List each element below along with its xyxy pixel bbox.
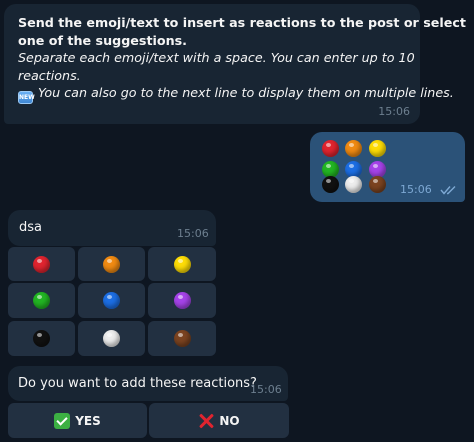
dsa-message: dsa 15:06 (8, 210, 216, 246)
brown-circle-icon (173, 330, 191, 347)
instructions-text-line1: Separate each emoji/text with a space. Y… (18, 50, 415, 65)
cross-mark-icon (198, 413, 214, 429)
instructions-text-line3: NEW You can also go to the next line to d… (18, 84, 454, 104)
instructions-multiline-text: You can also go to the next line to disp… (38, 85, 454, 100)
instructions-title-line2: one of the suggestions. (18, 32, 187, 48)
purple-circle-icon (173, 292, 191, 309)
green-circle-icon (33, 292, 50, 309)
yes-label: YES (75, 413, 101, 428)
message-time: 15:06 (177, 227, 209, 240)
emoji-button-green[interactable] (8, 283, 75, 318)
yes-button[interactable]: YES (8, 403, 147, 438)
red-circle-icon (322, 140, 339, 157)
message-time: 15:06 (378, 105, 410, 118)
black-circle-icon (33, 330, 50, 347)
message-time: 15:06 (400, 183, 432, 196)
confirm-message: Do you want to add these reactions? 15:0… (8, 366, 288, 401)
brown-circle-icon (369, 176, 386, 193)
message-text: dsa (19, 220, 42, 235)
sent-emoji-message: 15:06 (310, 132, 465, 202)
emoji-button-white[interactable] (78, 321, 145, 356)
emoji-button-black[interactable] (8, 321, 75, 356)
instructions-text-line2: reactions. (18, 67, 81, 83)
emoji-button-orange[interactable] (78, 247, 145, 281)
blue-circle-icon (103, 292, 120, 309)
orange-circle-icon (345, 140, 362, 157)
no-label: NO (219, 413, 240, 428)
instructions-title-line1: Send the emoji/text to insert as reactio… (18, 15, 466, 30)
emoji-button-yellow[interactable] (148, 247, 216, 281)
message-text: Do you want to add these reactions? (18, 376, 257, 391)
instructions-message: Send the emoji/text to insert as reactio… (4, 4, 466, 124)
emoji-button-purple[interactable] (148, 283, 216, 318)
white-circle-icon (345, 176, 362, 193)
emoji-button-brown[interactable] (148, 321, 216, 356)
orange-circle-icon (103, 255, 120, 273)
message-time: 15:06 (250, 383, 282, 396)
double-check-icon (440, 186, 456, 195)
no-button[interactable]: NO (149, 403, 289, 438)
emoji-button-blue[interactable] (78, 283, 145, 318)
yellow-circle-icon (369, 140, 386, 157)
emoji-button-red[interactable] (8, 247, 75, 281)
red-circle-icon (33, 255, 50, 273)
black-circle-icon (322, 176, 339, 193)
new-badge-icon: NEW (18, 91, 35, 104)
white-circle-icon (103, 330, 120, 347)
check-mark-icon (54, 412, 71, 429)
yellow-circle-icon (173, 255, 191, 273)
